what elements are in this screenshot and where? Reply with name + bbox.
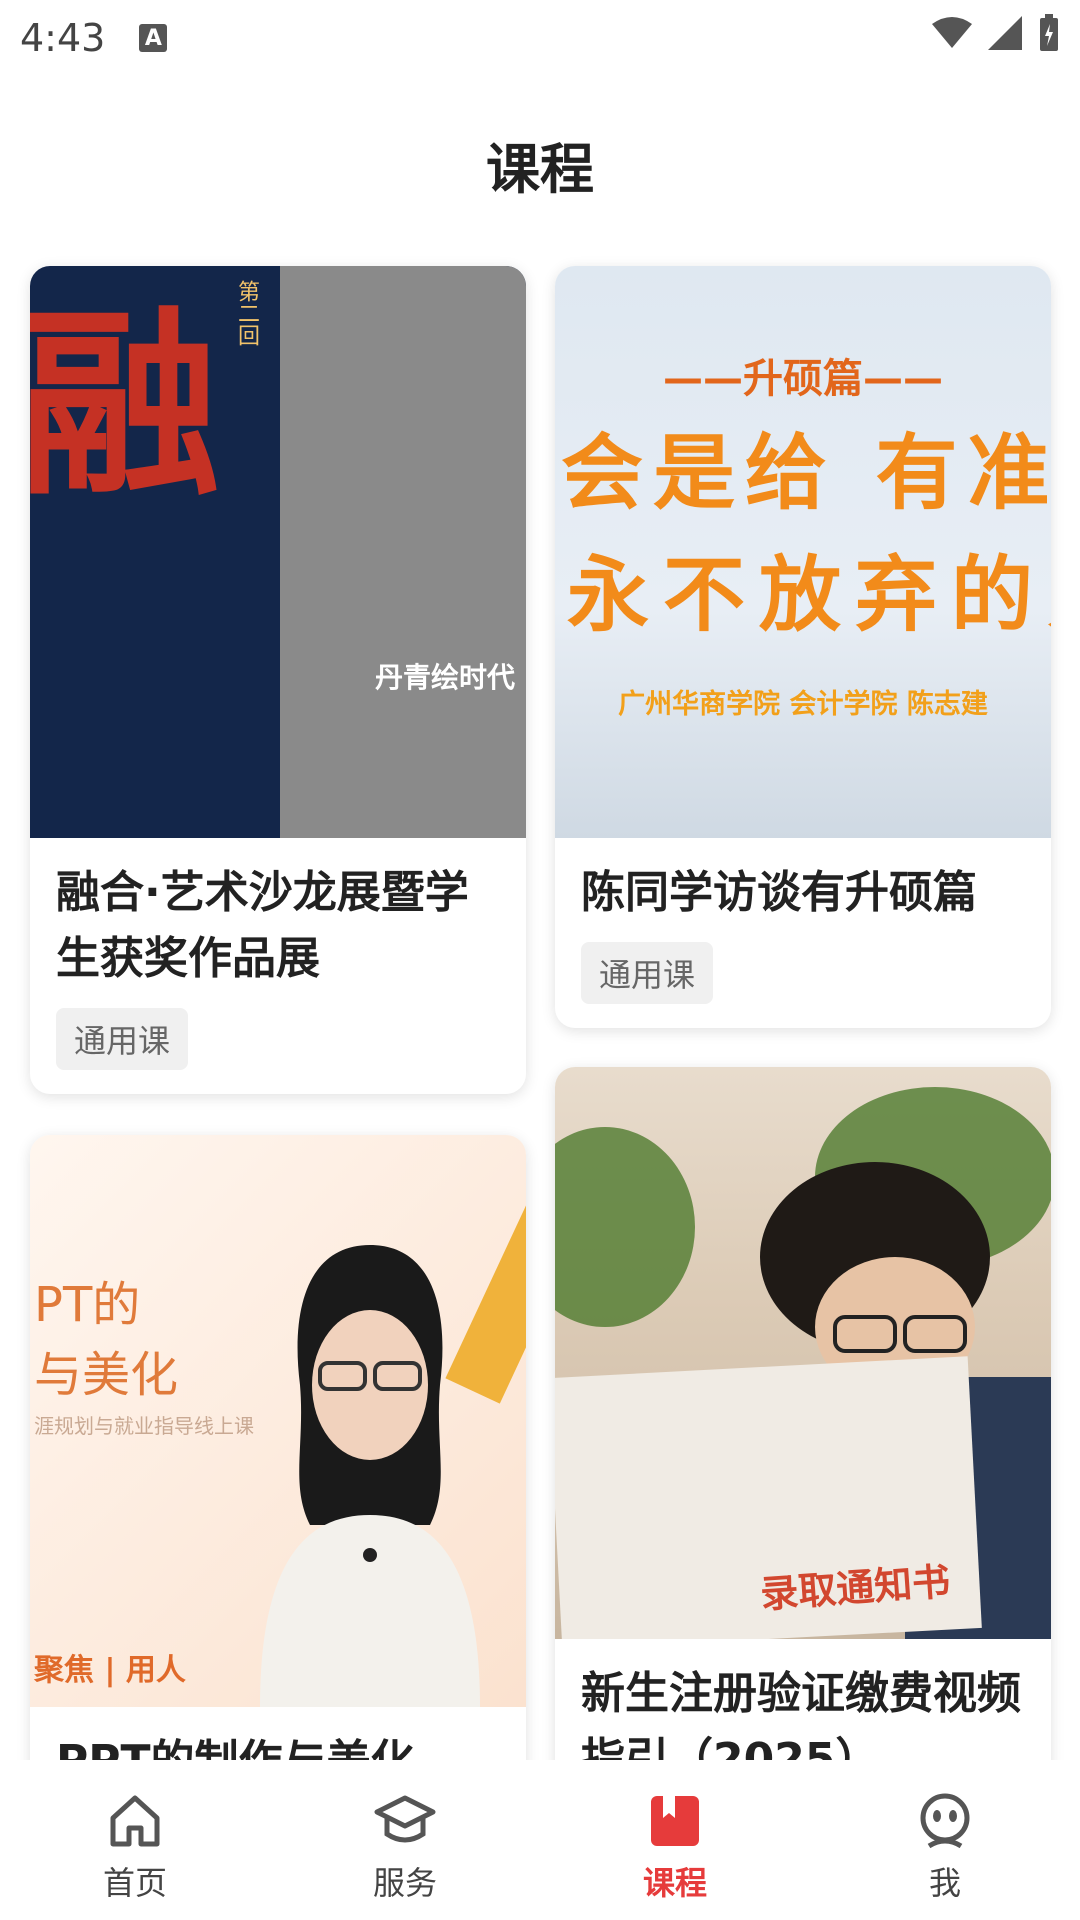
course-tag: 通用课 <box>581 942 714 1004</box>
course-thumbnail: ——升硕篇—— 会是给 有准 永不放弃的人 广州华商学院 会计学院 陈志建 <box>555 266 1051 838</box>
graduation-cap-icon <box>374 1795 436 1843</box>
thumbnail-text: 融 <box>30 288 221 523</box>
presenter-figure <box>260 1245 480 1707</box>
home-icon <box>110 1795 160 1847</box>
course-grid: 融 第二回 丹青绘时代 融合·艺术沙龙展暨学生获奖作品展 通用课 ——升硕篇——… <box>0 0 1080 1760</box>
thumbnail-text: 永不放弃的人 <box>567 548 1051 643</box>
course-card[interactable]: 录取通知书 新生注册验证缴费视频指引（2025） <box>555 1067 1051 1760</box>
course-title: PPT的制作与美化 <box>30 1707 526 1760</box>
nav-item-home[interactable]: 首页 <box>0 1760 270 1920</box>
nav-label: 服务 <box>372 1864 437 1902</box>
nav-label: 首页 <box>102 1864 167 1902</box>
course-thumbnail: PT的 与美化 涯规划与就业指导线上课 聚焦 | 用人 <box>30 1135 526 1707</box>
bottom-nav: 首页 服务 课程 我 <box>0 1760 1080 1920</box>
thumbnail-text: 聚焦 | 用人 <box>34 1653 186 1688</box>
course-card[interactable]: 融 第二回 丹青绘时代 融合·艺术沙龙展暨学生获奖作品展 通用课 <box>30 266 526 1094</box>
course-title: 融合·艺术沙龙展暨学生获奖作品展 <box>56 867 469 984</box>
nav-item-courses[interactable]: 课程 <box>540 1760 810 1920</box>
thumbnail-panel <box>280 266 526 838</box>
thumbnail-decoration <box>555 1127 695 1327</box>
nav-label: 我 <box>928 1864 961 1902</box>
nav-label: 课程 <box>642 1864 707 1902</box>
nav-item-service[interactable]: 服务 <box>270 1760 540 1920</box>
profile-face-icon <box>920 1793 970 1849</box>
thumbnail-text: 第二回 <box>234 280 259 346</box>
course-thumbnail: 录取通知书 <box>555 1067 1051 1639</box>
thumbnail-text: 会是给 有准 <box>561 426 1051 521</box>
course-title: 新生注册验证缴费视频指引（2025） <box>581 1668 1021 1760</box>
bookmark-book-icon <box>651 1796 699 1846</box>
course-thumbnail: 融 第二回 丹青绘时代 <box>30 266 526 838</box>
thumbnail-text: 广州华商学院 会计学院 陈志建 <box>618 689 988 720</box>
thumbnail-text: 与美化 <box>34 1347 179 1403</box>
course-card[interactable]: PT的 与美化 涯规划与就业指导线上课 聚焦 | 用人 PPT的制作与美化 <box>30 1135 526 1760</box>
thumbnail-text: 丹青绘时代 <box>375 661 516 694</box>
thumbnail-text: PT的 <box>34 1277 141 1333</box>
course-card[interactable]: ——升硕篇—— 会是给 有准 永不放弃的人 广州华商学院 会计学院 陈志建 陈同… <box>555 266 1051 1028</box>
course-tag: 通用课 <box>56 1008 189 1070</box>
course-title: 陈同学访谈有升硕篇 <box>581 867 977 918</box>
thumbnail-text: ——升硕篇—— <box>663 356 943 402</box>
nav-item-me[interactable]: 我 <box>810 1760 1080 1920</box>
